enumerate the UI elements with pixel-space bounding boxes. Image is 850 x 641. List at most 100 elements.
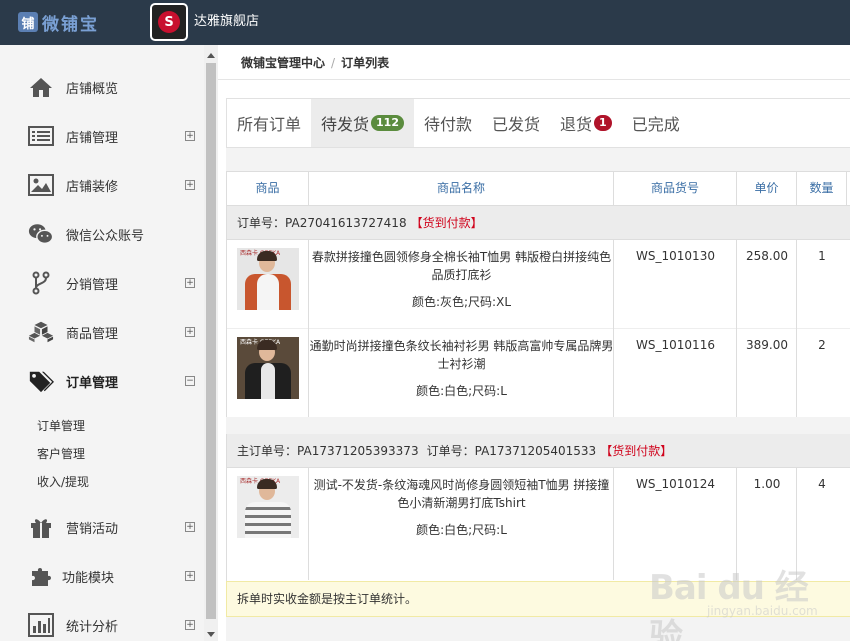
main-content: 微铺宝管理中心 / 订单列表 所有订单 待发货 112 待付款 已发货 退货 1 已完成… [218,45,850,641]
tab-pending-shipment[interactable]: 待发货 112 [311,99,414,147]
sidebar-subitem-income[interactable]: 收入/提现 [37,473,89,490]
column-header: 商品 [227,172,309,205]
scroll-thumb[interactable] [206,63,216,619]
product-name[interactable]: 春款拼接撞色圆领修身全棉长袖T恤男 韩版橙白拼接纯色品质打底衫 [309,248,614,284]
logo-text: 微铺宝 [42,14,99,35]
tab-completed[interactable]: 已完成 [622,99,690,147]
model-hair [257,479,277,489]
sidebar-item-modules[interactable]: 功能模块 + [0,561,204,591]
unit-price: 1.00 [753,477,781,491]
product-name[interactable]: 通勤时尚拼接撞色条纹长袖衬衫男 韩版高富帅专属品牌男士衬衫潮 [309,337,614,373]
expand-icon[interactable]: + [185,180,195,190]
product-name[interactable]: 测试-不发货-条纹海魂风时尚修身圆领短袖T恤男 拼接撞色小清新潮男打底Tshir… [309,476,614,512]
tab-shipped[interactable]: 已发货 [482,99,550,147]
unit-price: 389.00 [746,338,788,352]
sidebar-item-label: 分销管理 [66,277,119,293]
sidebar-item-statistics[interactable]: 统计分析 + [0,610,204,640]
order-header: 主订单号： PA17371205393373 订单号： PA1737120540… [227,434,850,468]
product-thumbnail[interactable]: 西森卡 GEEKA [237,337,299,399]
sidebar-item-label: 店铺管理 [66,130,119,146]
picture-icon [28,173,54,197]
product-thumbnail[interactable]: 西森卡 GEEKA [237,248,299,310]
breadcrumb-separator: / [331,56,336,70]
column-header: 商品名称 [309,172,614,205]
model-hair [257,340,277,350]
store-avatar[interactable]: S [150,3,188,41]
tab-pending-payment[interactable]: 待付款 [414,99,482,147]
expand-icon[interactable]: + [185,278,195,288]
sidebar-subitem-customers[interactable]: 客户管理 [37,445,85,462]
sidebar-item-decoration[interactable]: 店铺装修 + [0,170,204,200]
sidebar: 店铺概览 店铺管理 + 店铺装修 + 微信公众账号 分销管理 + 商品管理 + [0,45,204,641]
column-header: 数量 [797,172,847,205]
sidebar-item-marketing[interactable]: 营销活动 + [0,512,204,542]
table-row[interactable]: 西森卡 GEEKA 春款拼接撞色圆领修身全棉长袖T恤男 韩版橙白拼接纯色品质打底… [227,240,850,329]
sidebar-item-label: 统计分析 [66,619,119,635]
tab-label: 已完成 [631,115,680,134]
chart-icon [28,613,54,637]
main-order-number[interactable]: PA17371205393373 [297,444,419,458]
logo-badge: 铺 [18,12,38,32]
sidebar-item-store[interactable]: 店铺管理 + [0,121,204,151]
table-row[interactable]: 西森卡 GEEKA 通勤时尚拼接撞色条纹长袖衬衫男 韩版高富帅专属品牌男士衬衫潮… [227,329,850,418]
product-spec: 颜色:灰色;尺码:XL [411,295,512,309]
expand-icon[interactable]: + [185,131,195,141]
order-tabs: 所有订单 待发货 112 待付款 已发货 退货 1 已完成 [226,98,850,148]
order-number-label: 订单号： [426,444,475,458]
payment-status: 【货到付款】 [410,216,483,230]
order-header: 订单号： PA27041613727418 【货到付款】 [227,206,850,240]
expand-icon[interactable]: + [185,522,195,532]
table-header: 商品 商品名称 商品货号 单价 数量 [227,171,850,206]
product-spec: 颜色:白色;尺码:L [416,523,507,537]
collapse-icon[interactable]: − [185,376,195,386]
sidebar-item-label: 商品管理 [66,326,119,342]
sidebar-item-orders[interactable]: 订单管理 − [0,366,204,396]
sidebar-item-label: 微信公众账号 [66,228,145,244]
order-number[interactable]: PA17371205401533 [475,444,597,458]
tags-icon [28,369,54,393]
sidebar-subitem-orders[interactable]: 订单管理 [37,417,85,434]
main-order-number-label: 主订单号： [237,444,298,458]
quantity: 1 [818,249,826,263]
tab-returns[interactable]: 退货 1 [550,99,622,147]
wechat-icon [28,222,54,246]
sidebar-item-overview[interactable]: 店铺概览 [0,72,204,102]
scroll-down-icon[interactable] [207,632,215,637]
expand-icon[interactable]: + [185,620,195,630]
model-hair [257,251,277,261]
order-number-label: 订单号： [237,216,286,230]
store-name[interactable]: 达雅旗舰店 [194,10,259,29]
sidebar-scrollbar[interactable] [204,45,218,641]
order-number[interactable]: PA27041613727418 [285,216,407,230]
count-badge: 112 [371,115,404,131]
tab-label: 已发货 [492,115,541,134]
scroll-up-icon[interactable] [207,53,215,58]
column-header: 商品货号 [614,172,737,205]
product-sku: WS_1010116 [636,338,715,352]
watermark-url: jingyan.baidu.com [707,604,818,618]
tab-label: 退货 [560,115,593,134]
list-icon [28,124,54,148]
shirt-front [257,274,279,310]
product-thumbnail[interactable]: 西森卡 GEEKA [237,476,299,538]
sidebar-item-label: 营销活动 [66,521,119,537]
sidebar-item-label: 店铺概览 [66,81,119,97]
shirt-shape [245,502,291,538]
tab-label: 待付款 [424,115,473,134]
expand-icon[interactable]: + [185,571,195,581]
sidebar-item-wechat[interactable]: 微信公众账号 [0,219,204,249]
tab-label: 所有订单 [237,115,302,134]
baidu-jingyan-watermark: Bai du 经验 jingyan.baidu.com [649,560,839,641]
expand-icon[interactable]: + [185,327,195,337]
tab-all-orders[interactable]: 所有订单 [227,99,311,147]
store-logo-icon: S [158,11,180,33]
unit-price: 258.00 [746,249,788,263]
sidebar-item-products[interactable]: 商品管理 + [0,317,204,347]
gift-icon [28,515,54,539]
sidebar-item-label: 功能模块 [62,570,115,586]
divider [218,79,850,80]
app-logo[interactable]: 铺 微铺宝 [18,9,99,35]
home-icon [28,75,54,99]
breadcrumb-root[interactable]: 微铺宝管理中心 [241,56,325,70]
sidebar-item-distribution[interactable]: 分销管理 + [0,268,204,298]
